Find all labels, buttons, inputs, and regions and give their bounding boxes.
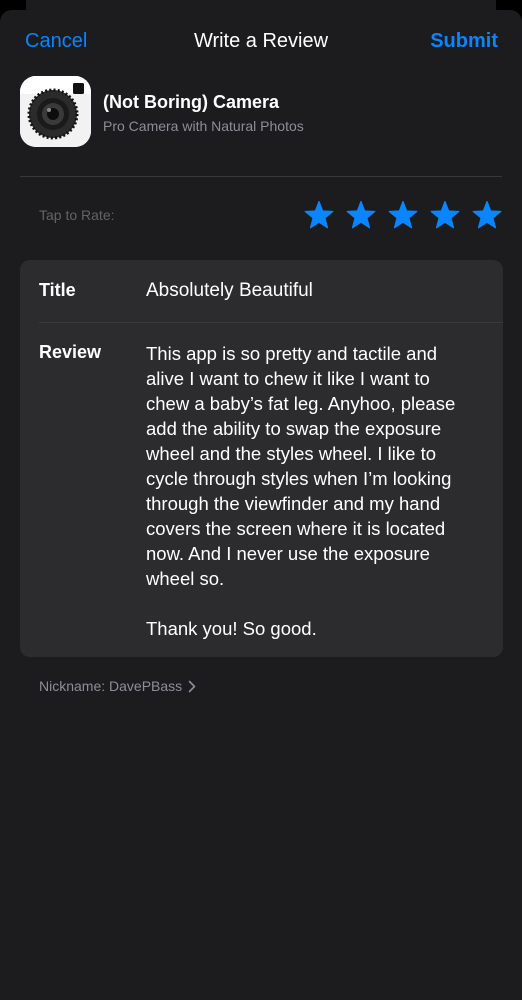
star-icon[interactable] <box>304 200 334 230</box>
review-form: Title Absolutely Beautiful Review This a… <box>20 260 503 657</box>
star-icon[interactable] <box>346 200 376 230</box>
form-divider <box>39 322 503 323</box>
review-paragraph: This app is so pretty and tactile and al… <box>146 343 456 589</box>
app-header: (Not Boring) Camera Pro Camera with Natu… <box>20 76 502 176</box>
title-field[interactable]: Absolutely Beautiful <box>146 280 313 302</box>
review-paragraph: Thank you! So good. <box>146 618 317 639</box>
chevron-right-icon <box>188 680 196 692</box>
review-sheet: Cancel Write a Review Submit (Not Boring… <box>0 10 522 1000</box>
rate-label: Tap to Rate: <box>39 207 115 223</box>
star-icon[interactable] <box>388 200 418 230</box>
title-label: Title <box>39 280 76 300</box>
submit-button[interactable]: Submit <box>430 30 498 53</box>
app-subtitle: Pro Camera with Natural Photos <box>103 118 304 134</box>
review-label: Review <box>39 342 102 362</box>
star-icon[interactable] <box>430 200 460 230</box>
star-icon[interactable] <box>472 200 502 230</box>
camera-lens-icon <box>20 76 91 147</box>
header-divider <box>20 176 502 177</box>
navigation-bar: Cancel Write a Review Submit <box>0 10 522 76</box>
review-text-field[interactable]: This app is so pretty and tactile and al… <box>146 341 478 641</box>
nickname-row[interactable]: Nickname: DavePBass <box>39 678 196 694</box>
star-rating[interactable] <box>304 200 502 234</box>
nickname-label: Nickname: DavePBass <box>39 678 183 694</box>
app-name: (Not Boring) Camera <box>103 92 280 112</box>
